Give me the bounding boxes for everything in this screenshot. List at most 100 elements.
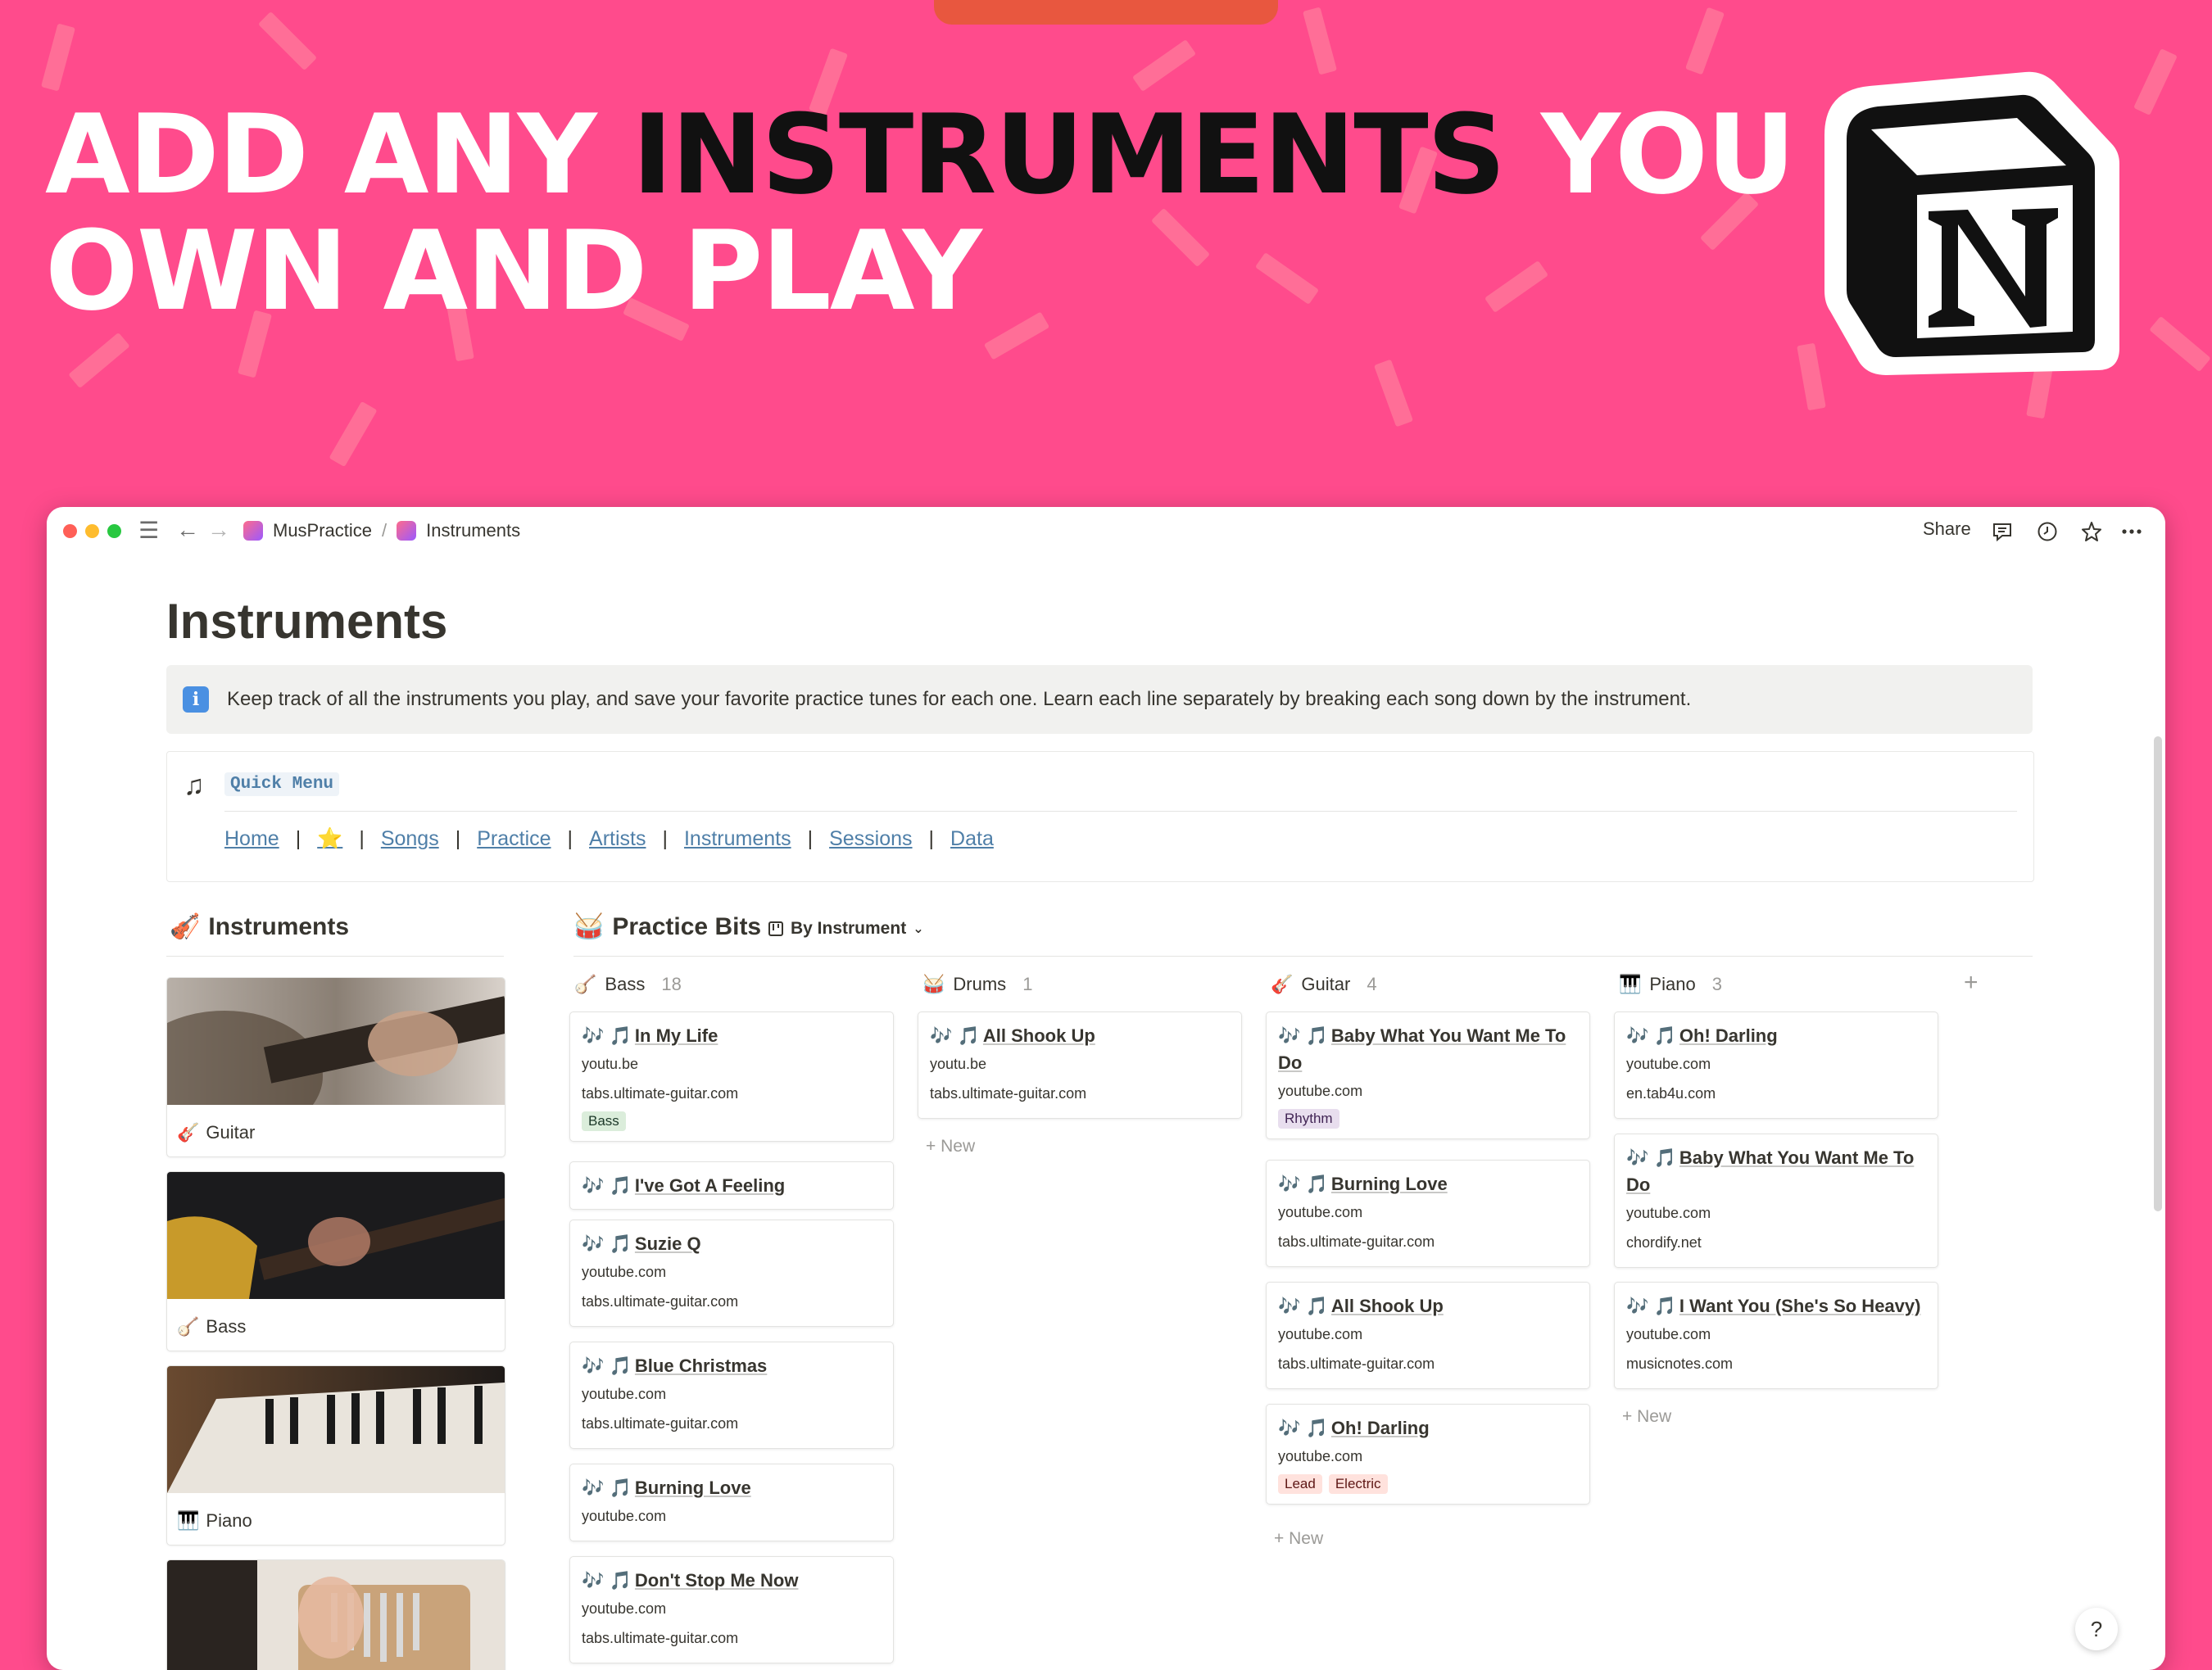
- breadcrumb-item-muspractice[interactable]: MusPractice: [273, 520, 372, 541]
- forward-arrow-icon[interactable]: →: [207, 517, 230, 543]
- card-title-text: Burning Love: [1330, 1174, 1448, 1194]
- card-title: 🎶 🎵 Baby What You Want Me To Do: [1626, 1144, 1926, 1198]
- card-title: 🎶 🎵 Oh! Darling: [1278, 1414, 1578, 1441]
- link-songs[interactable]: Songs: [381, 827, 439, 851]
- tag-badge: Bass: [582, 1111, 626, 1131]
- back-arrow-icon[interactable]: ←: [176, 517, 199, 543]
- board-card[interactable]: 🎶 🎵 All Shook Up youtube.com tabs.ultimate-…: [1266, 1282, 1590, 1389]
- board-view-icon: [768, 921, 783, 936]
- scrollbar[interactable]: [2154, 736, 2162, 1211]
- gallery-title-text: Instruments: [208, 912, 350, 940]
- board-card[interactable]: 🎶 🎵 I Want You (She's So Heavy) youtube.co…: [1614, 1282, 1938, 1389]
- board-column-header[interactable]: 🎸 Guitar 4: [1271, 974, 1377, 995]
- card-url[interactable]: youtube.com: [1626, 1198, 1926, 1228]
- instruments-gallery-title[interactable]: 🎻 Instruments: [170, 912, 349, 941]
- card-url[interactable]: tabs.ultimate-guitar.com: [1278, 1349, 1578, 1378]
- maximize-window-button[interactable]: [107, 524, 121, 538]
- card-url[interactable]: tabs.ultimate-guitar.com: [582, 1409, 882, 1438]
- board-card[interactable]: 🎶 🎵 Blue Christmas youtube.com tabs.ultimat…: [569, 1342, 894, 1449]
- card-url[interactable]: tabs.ultimate-guitar.com: [930, 1079, 1230, 1108]
- guitar-icon: 🎸: [177, 1122, 200, 1143]
- guitar-photo: [167, 978, 505, 1142]
- board-card[interactable]: 🎶 🎵 Baby What You Want Me To Do youtube.co…: [1266, 1012, 1590, 1139]
- card-title: 🎶 🎵 Burning Love: [1278, 1170, 1578, 1197]
- link-instruments[interactable]: Instruments: [684, 827, 791, 851]
- card-url[interactable]: tabs.ultimate-guitar.com: [582, 1623, 882, 1653]
- card-title: 🎶 🎵 I've Got A Feeling: [582, 1172, 882, 1199]
- add-group-plus-icon[interactable]: +: [1964, 969, 1979, 997]
- card-url[interactable]: youtube.com: [1626, 1049, 1926, 1079]
- gallery-card-bass[interactable]: 🪕 Bass: [166, 1171, 505, 1351]
- link-sessions[interactable]: Sessions: [829, 827, 912, 851]
- music-note-icon: ♫: [184, 770, 205, 801]
- card-url[interactable]: tabs.ultimate-guitar.com: [582, 1287, 882, 1316]
- minimize-window-button[interactable]: [85, 524, 99, 538]
- card-url[interactable]: youtube.com: [582, 1257, 882, 1287]
- music-notes-icon: 🎶 🎵: [1626, 1147, 1676, 1168]
- card-url[interactable]: youtube.com: [1626, 1319, 1926, 1349]
- board-card[interactable]: 🎶 🎵 Burning Love youtube.com tabs.ultimate-…: [1266, 1160, 1590, 1267]
- card-url[interactable]: tabs.ultimate-guitar.com: [1278, 1227, 1578, 1256]
- new-card-label: New: [941, 1137, 976, 1156]
- link-separator: |: [359, 827, 365, 850]
- card-url[interactable]: chordify.net: [1626, 1228, 1926, 1257]
- card-url[interactable]: youtu.be: [930, 1049, 1230, 1079]
- link-separator: |: [662, 827, 668, 850]
- board-card[interactable]: 🎶 🎵 I've Got A Feeling: [569, 1161, 894, 1210]
- card-url[interactable]: youtu.be: [582, 1049, 882, 1079]
- board-card[interactable]: 🎶 🎵 Suzie Qyoutube.com tabs.ultimate-guita…: [569, 1220, 894, 1327]
- gallery-card-label: 🪕 Bass: [167, 1303, 505, 1351]
- card-url[interactable]: youtube.com: [1278, 1319, 1578, 1349]
- new-card-button[interactable]: + New: [1274, 1529, 1323, 1549]
- close-window-button[interactable]: [63, 524, 77, 538]
- bass-photo: [167, 1172, 505, 1299]
- card-url[interactable]: en.tab4u.com: [1626, 1079, 1926, 1108]
- card-url[interactable]: youtube.com: [1278, 1441, 1578, 1471]
- link-home[interactable]: Home: [224, 827, 279, 851]
- card-url[interactable]: tabs.ultimate-guitar.com: [582, 1079, 882, 1108]
- card-url[interactable]: youtube.com: [1278, 1197, 1578, 1227]
- card-url[interactable]: musicnotes.com: [1626, 1349, 1926, 1378]
- card-url[interactable]: youtube.com: [1278, 1076, 1578, 1106]
- board-card[interactable]: 🎶 🎵 Oh! Darling youtube.com en.tab4u.com: [1614, 1012, 1938, 1119]
- card-tags: Bass: [582, 1108, 882, 1131]
- gallery-card-piano[interactable]: 🎹 Piano: [166, 1365, 505, 1546]
- card-title: 🎶 🎵 All Shook Up: [930, 1022, 1230, 1049]
- board-card[interactable]: 🎶 🎵 All Shook Up youtu.be tabs.ultimate-gui…: [918, 1012, 1242, 1119]
- tag-badge: Electric: [1328, 1474, 1388, 1494]
- board-column-header[interactable]: 🎹 Piano 3: [1619, 974, 1722, 995]
- more-icon[interactable]: [2119, 520, 2144, 543]
- link-favorites[interactable]: ⭐: [317, 827, 342, 851]
- drum-icon: 🥁: [573, 913, 605, 940]
- board-card[interactable]: 🎶 🎵 Oh! Darling youtube.com Lead Electric: [1266, 1404, 1590, 1505]
- gallery-card-guitar[interactable]: 🎸 Guitar: [166, 977, 505, 1157]
- comment-icon[interactable]: [1991, 520, 2014, 543]
- board-column-header[interactable]: 🪕 Bass 18: [574, 974, 682, 995]
- card-title: 🎶 🎵 Oh! Darling: [1626, 1022, 1926, 1049]
- new-card-button[interactable]: + New: [1622, 1407, 1671, 1427]
- star-icon[interactable]: [2079, 519, 2104, 544]
- view-selector[interactable]: By Instrument ⌄: [768, 919, 924, 939]
- card-url[interactable]: youtube.com: [582, 1594, 882, 1623]
- card-url[interactable]: youtube.com: [582, 1501, 882, 1531]
- board-card[interactable]: 🎶 🎵 Don't Stop Me Now youtube.com tabs.ulti…: [569, 1556, 894, 1663]
- music-notes-icon: 🎶 🎵: [582, 1175, 632, 1196]
- link-practice[interactable]: Practice: [477, 827, 551, 851]
- help-button[interactable]: ?: [2075, 1608, 2118, 1650]
- link-artists[interactable]: Artists: [589, 827, 646, 851]
- gallery-card-kalimba[interactable]: [166, 1559, 505, 1670]
- board-card[interactable]: 🎶 🎵 Burning Love youtube.com: [569, 1464, 894, 1541]
- breadcrumb-item-instruments[interactable]: Instruments: [426, 520, 520, 541]
- share-button[interactable]: Share: [1923, 518, 1971, 540]
- column-count: 1: [1022, 974, 1033, 994]
- card-url[interactable]: youtube.com: [582, 1379, 882, 1409]
- board-card[interactable]: 🎶 🎵 Baby What You Want Me To Do youtube.co…: [1614, 1134, 1938, 1268]
- practice-bits-title[interactable]: 🥁 Practice Bits: [573, 912, 761, 941]
- new-card-button[interactable]: + New: [926, 1137, 975, 1156]
- menu-icon[interactable]: ☰: [138, 517, 159, 544]
- link-data[interactable]: Data: [950, 827, 994, 851]
- board-card[interactable]: 🎶 🎵 In My Life youtu.be tabs.ultimate-guita…: [569, 1012, 894, 1142]
- clock-icon[interactable]: [2036, 520, 2059, 543]
- link-separator: |: [295, 827, 301, 850]
- board-column-header[interactable]: 🥁 Drums 1: [922, 974, 1032, 995]
